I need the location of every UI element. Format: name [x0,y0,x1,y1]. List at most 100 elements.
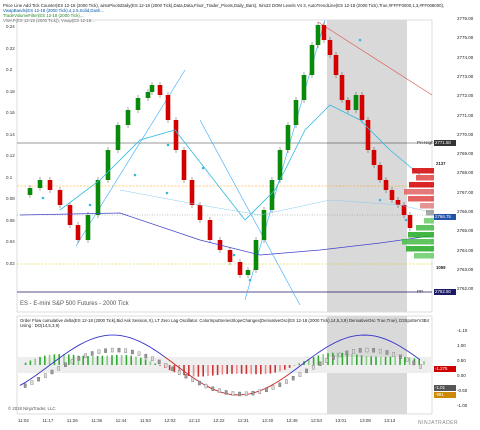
candle-down [327,40,333,55]
signal-dot [232,253,236,257]
candle-down [47,180,53,190]
candle-down [197,205,203,220]
candle-up [315,25,321,45]
candle-up [37,180,43,188]
oscillator-candle [231,391,235,396]
oscillator-candle [238,391,241,397]
candle-up [115,125,121,150]
delta-histogram-bar [92,356,94,365]
price-chart[interactable] [0,0,480,430]
oscillator-candle [244,391,248,396]
delta-histogram-bar [245,365,248,374]
delta-histogram-bar [207,365,209,377]
oscillator-candle [251,390,255,396]
candle-up [27,188,33,195]
time-axis-label: 13:01 [335,418,347,423]
candle-up [149,85,155,92]
delta-histogram-bar [135,356,137,365]
delta-histogram-bar [375,356,377,365]
oscillator-candle [419,364,422,369]
oscillator-candle [23,383,27,388]
oscillator-candle [291,375,295,381]
delta-histogram-bar [250,365,252,375]
candle-up [85,215,91,240]
oscillator-candle [412,360,416,366]
candle-up [253,240,259,270]
signal-dot [133,173,137,177]
delta-histogram-bar [144,359,147,365]
delta-histogram-bar [212,365,214,376]
signal-dot [166,143,170,147]
oscillator-candle [298,372,302,377]
delta-histogram-bar [394,356,396,365]
time-axis-label: 13:08 [359,418,371,423]
candle-down [365,120,371,150]
delta-histogram-bar [168,365,171,371]
candle-up [125,110,131,125]
oscillator-candle [70,359,74,364]
candle-down [345,100,351,110]
oscillator-candle [224,390,228,395]
delta-histogram-bar [53,354,56,365]
delta-histogram-bar [370,356,372,365]
oscillator-candle [392,352,396,357]
delta-histogram-bar [44,355,46,365]
delta-histogram-bar [183,365,185,376]
time-axis-label: 12:12 [188,418,201,423]
volume-scale-label: 0.04 [6,239,15,244]
oscillator-subheader: Using : DO(14,5,3,9) [20,323,60,328]
time-axis-label: 11:36 [91,418,103,423]
oscillator-candle [399,354,402,360]
candle-down [189,180,195,205]
dom-volume-bar [412,168,434,174]
delta-histogram-bar [116,354,118,365]
oscillator-candle [151,356,154,361]
candle-up [145,92,151,98]
delta-histogram-bar [269,365,272,374]
volume-scale-label: 0.08 [6,196,15,201]
oscillator-candle [258,389,262,394]
level-label-pri-high: Pri-High [417,140,434,145]
candle-down [339,75,345,100]
oscillator-candle [204,383,208,389]
delta-histogram-bar [255,365,257,375]
time-axis-label: 12:02 [164,418,176,423]
oscillator-candle [37,377,40,382]
delta-histogram-bar [68,354,70,365]
oscillator-candle [405,357,409,362]
oscillator-candle [372,348,375,353]
candle-down [165,95,171,120]
delta-histogram-bar [197,365,200,377]
ninjatrader-watermark: NINJATRADER [418,420,459,426]
price-axis-label: 2772.00 [457,93,474,99]
copyright: © 2018 NinjaTrader, LLC [8,406,56,411]
delta-histogram-bar [288,365,291,368]
volume-scale-label: 0.18 [6,88,15,94]
oscillator-candle [43,373,47,378]
delta-histogram-bar [24,362,27,365]
delta-histogram-bar [404,357,406,365]
osc-tag-b: -1.01 [434,385,456,391]
oscillator-axis-label: 0.50 [457,358,466,363]
oscillator-candle [57,366,61,371]
trendline-blue-3 [199,119,301,306]
oscillator-candle [285,379,288,384]
time-axis-label: 12:31 [237,418,249,423]
oscillator-candle [124,348,128,353]
signal-dot [41,196,45,200]
delta-histogram-bar [312,357,315,365]
oscillator-candle [131,349,134,355]
price-axis-label: 2766.00 [457,209,474,214]
volume-scale-label: 0.22 [6,45,15,51]
dom-volume-bar [404,189,434,195]
oscillator-candle [191,377,195,382]
signal-dot [201,166,205,170]
candle-up [301,75,307,100]
delta-histogram-bar [274,365,276,373]
volume-scale-label: 0.02 [6,260,15,266]
time-axis-label: 12:48 [286,418,298,423]
dom-top-count: 2137 [436,161,446,166]
oscillator-axis-label: -0.50 [457,388,468,393]
delta-histogram-bar [192,365,195,377]
dom-bottom-count: 1059 [436,265,446,270]
